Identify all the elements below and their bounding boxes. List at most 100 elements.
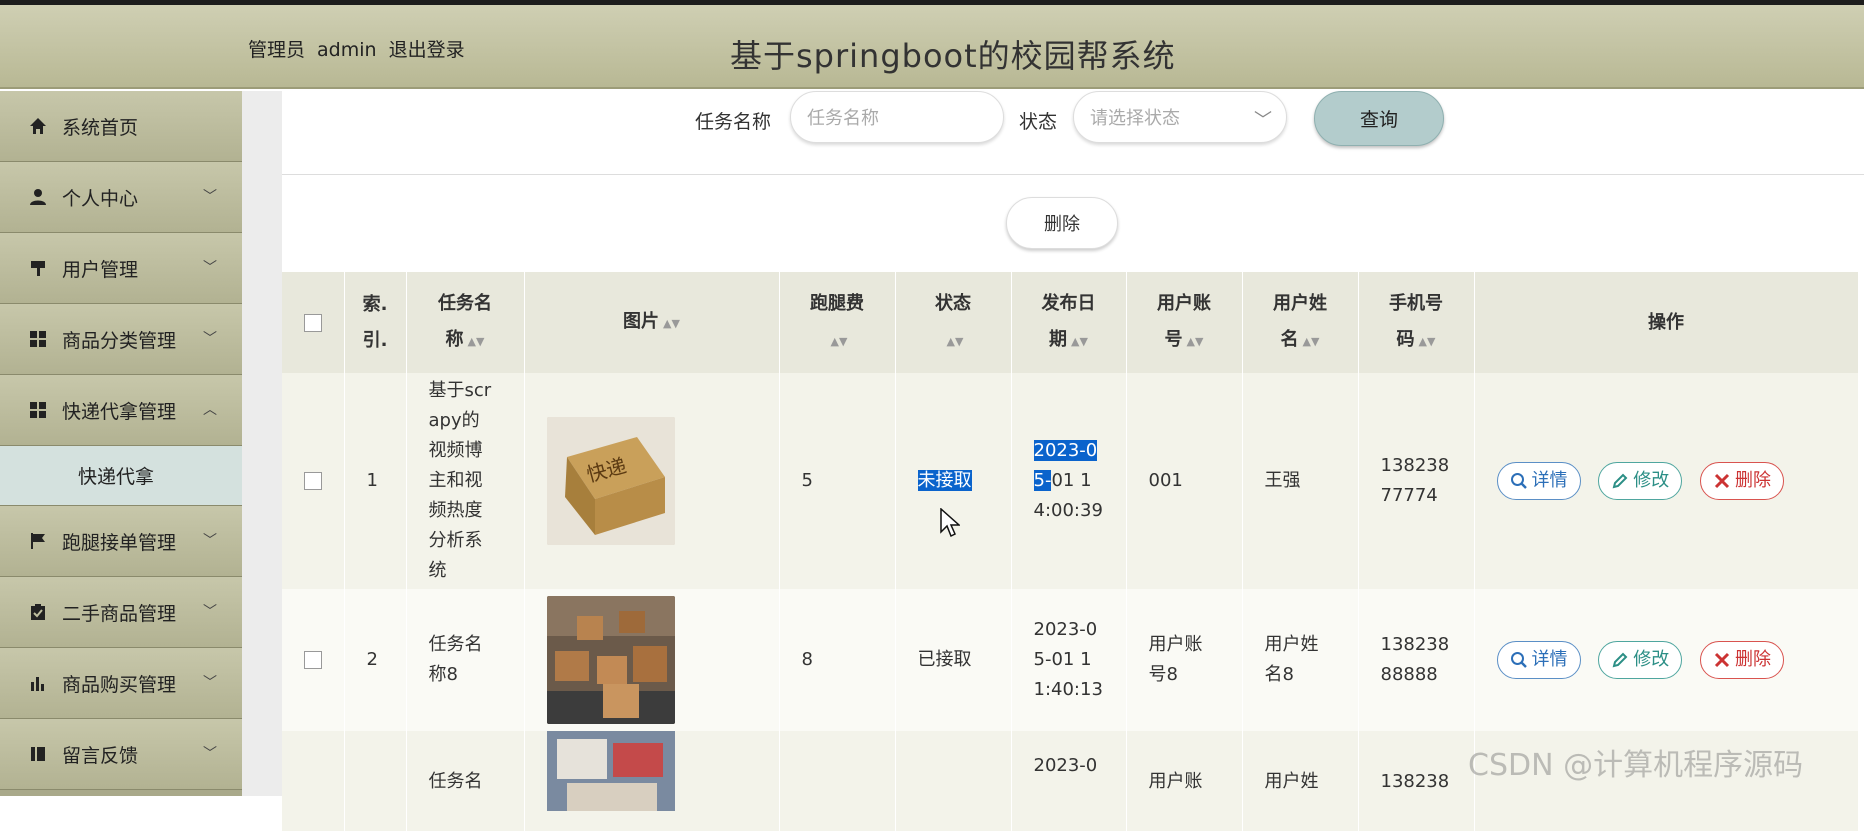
sidebar-item-label: 跑腿接单管理 (62, 531, 177, 554)
sort-icon[interactable]: ▲▼ (1071, 335, 1088, 348)
logout-link[interactable]: 退出登录 (389, 39, 465, 61)
product-image[interactable] (546, 731, 675, 811)
row-phone: 138238 77774 (1358, 373, 1475, 589)
detail-button[interactable]: 详情 (1496, 641, 1581, 679)
table-header-row: 索. 引. 任务名称 ▲▼ 图片 ▲▼ 跑腿费 ▲▼ 状态 ▲▼ 发布日期 ▲▼ 用户账号 ▲… (282, 272, 1859, 373)
row-index: 2 (344, 589, 407, 731)
row-task-name: 基于scr apy的 视频博 主和视 频热度 分析系统 (406, 373, 525, 589)
sidebar-item-users[interactable]: 用户管理 ﹀ (0, 233, 242, 304)
row-date: 2023-0 (1011, 731, 1127, 831)
pencil-icon (1612, 473, 1628, 489)
user-icon (28, 187, 48, 207)
select-all-cell (282, 272, 345, 373)
col-index[interactable]: 索. 引. (344, 272, 407, 373)
sort-icon[interactable]: ▲▼ (1303, 335, 1320, 348)
sidebar-item-label: 用户管理 (62, 258, 139, 281)
task-name-input[interactable]: 任务名称 (790, 91, 1004, 143)
table-row: 1 基于scr apy的 视频博 主和视 频热度 分析系统 快递 5 未接取 2… (282, 373, 1859, 589)
row-task-name: 任务名 称8 (406, 589, 525, 731)
sidebar-item-errand[interactable]: 跑腿接单管理 ﹀ (0, 506, 242, 577)
sidebar-item-label: 二手商品管理 (62, 602, 177, 625)
row-phone: 138238 88888 (1358, 589, 1475, 731)
chevron-down-icon: ﹀ (203, 675, 217, 691)
sidebar-item-category[interactable]: 商品分类管理 ﹀ (0, 304, 242, 375)
row-name: 用户姓 名8 (1242, 589, 1359, 731)
chevron-down-icon: ﹀ (203, 533, 217, 549)
pencil-icon (1612, 652, 1628, 668)
sidebar-item-feedback[interactable]: 留言反馈 ﹀ (0, 719, 242, 790)
sign-icon (28, 258, 48, 278)
row-name: 王强 (1242, 373, 1359, 589)
row-ops: 详情 修改 删除 (1474, 589, 1859, 731)
chevron-down-icon: ﹀ (203, 604, 217, 620)
status-text: 未接取 (917, 470, 972, 491)
content-gutter (242, 91, 282, 796)
home-icon (28, 116, 48, 136)
row-ops: 详情 修改 删除 (1474, 373, 1859, 589)
query-button[interactable]: 查询 (1314, 91, 1444, 146)
sidebar-item-label: 商品购买管理 (62, 673, 177, 696)
chevron-down-icon: ﹀ (203, 260, 217, 276)
status-select[interactable]: 请选择状态 ﹀ (1073, 91, 1287, 143)
col-task-name[interactable]: 任务名称 ▲▼ (406, 272, 525, 373)
express-box-image[interactable]: 快递 (546, 417, 675, 545)
sidebar-item-secondhand[interactable]: 二手商品管理 ﹀ (0, 577, 242, 648)
status-placeholder: 请选择状态 (1090, 108, 1180, 129)
bar-chart-icon (28, 673, 48, 693)
sort-icon[interactable]: ▲▼ (1187, 335, 1204, 348)
sidebar-item-profile[interactable]: 个人中心 ﹀ (0, 162, 242, 233)
detail-button[interactable]: 详情 (1496, 462, 1581, 500)
sort-icon[interactable]: ▲▼ (831, 335, 848, 348)
sidebar-item-express[interactable]: 快递代拿管理 ︿ (0, 375, 242, 446)
page-title: 基于springboot的校园帮系统 (730, 37, 1176, 75)
sidebar-item-purchase[interactable]: 商品购买管理 ﹀ (0, 648, 242, 719)
batch-delete-button[interactable]: 删除 (1006, 197, 1118, 249)
row-phone: 138238 (1358, 731, 1475, 831)
col-phone[interactable]: 手机号码 ▲▼ (1358, 272, 1475, 373)
sidebar-subitem-express[interactable]: 快递代拿 (0, 446, 242, 506)
col-date[interactable]: 发布日期 ▲▼ (1011, 272, 1127, 373)
edit-button[interactable]: 修改 (1598, 462, 1683, 500)
col-image[interactable]: 图片 ▲▼ (524, 272, 780, 373)
col-name[interactable]: 用户姓名 ▲▼ (1242, 272, 1359, 373)
col-account[interactable]: 用户账号 ▲▼ (1126, 272, 1243, 373)
chevron-down-icon: ﹀ (203, 331, 217, 347)
username: admin (317, 39, 377, 61)
sort-icon[interactable]: ▲▼ (947, 335, 964, 348)
row-checkbox[interactable] (303, 651, 322, 669)
chevron-up-icon: ︿ (203, 402, 217, 418)
row-task-name: 任务名 (406, 731, 525, 831)
conveyor-boxes-image[interactable] (546, 596, 675, 724)
sort-icon[interactable]: ▲▼ (1419, 335, 1436, 348)
grid-icon (28, 329, 48, 349)
col-fee[interactable]: 跑腿费 ▲▼ (779, 272, 896, 373)
admin-info: 管理员 admin 退出登录 (248, 35, 477, 62)
search-icon (1510, 652, 1527, 668)
edit-button[interactable]: 修改 (1598, 641, 1683, 679)
book-icon (28, 744, 48, 764)
row-fee: 8 (779, 589, 896, 731)
sort-icon[interactable]: ▲▼ (468, 335, 485, 348)
sidebar-item-home[interactable]: 系统首页 (0, 91, 242, 162)
row-checkbox[interactable] (303, 472, 322, 490)
row-image-cell (524, 731, 780, 831)
watermark: CSDN @计算机程序源码 (1468, 748, 1804, 783)
col-status[interactable]: 状态 ▲▼ (895, 272, 1012, 373)
row-account: 用户账 号8 (1126, 589, 1243, 731)
row-name: 用户姓 (1242, 731, 1359, 831)
sort-icon[interactable]: ▲▼ (663, 317, 680, 330)
row-account: 用户账 (1126, 731, 1243, 831)
sidebar-item-label: 留言反馈 (62, 744, 139, 767)
table-row: 2 任务名 称8 8 已接取 2023-0 5-01 1 1:40:13 用户账… (282, 589, 1859, 731)
row-image-cell (524, 589, 780, 731)
sidebar-item-label: 商品分类管理 (62, 329, 177, 352)
close-icon (1714, 473, 1730, 489)
main-content: 任务名称 任务名称 状态 请选择状态 ﹀ 查询 删除 索. 引. 任务名称 ▲▼ 图… (282, 91, 1864, 831)
clipboard-icon (28, 602, 48, 622)
chevron-down-icon: ﹀ (203, 746, 217, 762)
search-bar: 任务名称 任务名称 状态 请选择状态 ﹀ 查询 (282, 91, 1864, 175)
delete-button[interactable]: 删除 (1699, 641, 1784, 679)
select-all-checkbox[interactable] (303, 313, 322, 332)
delete-button[interactable]: 删除 (1699, 462, 1784, 500)
close-icon (1714, 652, 1730, 668)
